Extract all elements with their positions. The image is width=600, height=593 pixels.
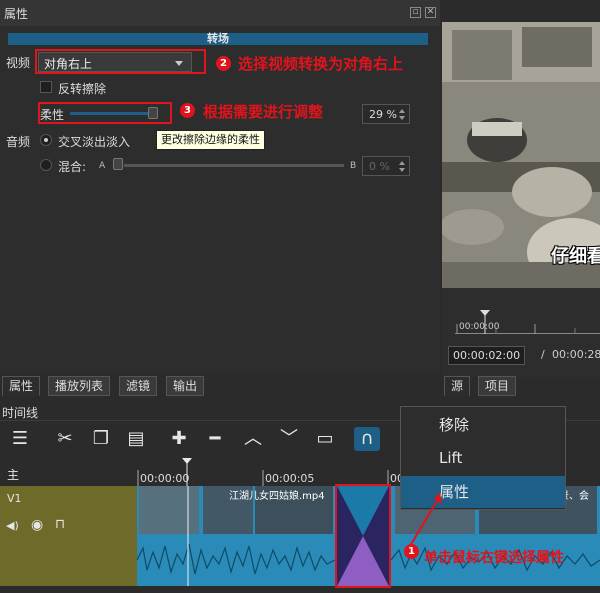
annotation-box-2 — [35, 49, 206, 74]
spin-down-icon[interactable] — [399, 116, 405, 120]
minus-icon[interactable]: ━ — [202, 427, 228, 451]
clipboard-icon[interactable]: ▤ — [123, 427, 149, 451]
mix-radio[interactable] — [40, 159, 52, 171]
duration-timecode: 00:00:28 — [552, 348, 600, 361]
invert-wipe-label: 反转擦除 — [58, 82, 107, 96]
eye-icon[interactable]: ◉ — [31, 517, 43, 533]
panel-titlebar: 属性 ▫ ✕ — [0, 0, 440, 26]
position-timecode[interactable]: 00:00:02:00 — [448, 346, 526, 365]
mix-value: 0 % — [369, 160, 390, 173]
chevron-down-icon[interactable]: ﹀ — [276, 427, 302, 451]
hamburger-icon[interactable]: ☰ — [7, 427, 33, 451]
audio-waveform — [137, 543, 335, 575]
video-subtitle: 仔细看 — [551, 246, 600, 267]
menu-item-lift[interactable]: Lift — [401, 442, 565, 474]
mix-a-label: A — [99, 161, 106, 171]
ruler-tick-label: 00:00:05 — [265, 472, 315, 485]
annotation-arrow-1 — [409, 492, 442, 547]
invert-wipe-checkbox[interactable] — [40, 81, 52, 93]
crossfade-label: 交叉淡出淡入 — [58, 135, 131, 149]
annotation-badge-1: 1 — [404, 544, 419, 559]
annotation-text-3: 根据需要进行调整 — [203, 103, 324, 121]
video-clip-1[interactable]: 江湖儿女四姑娘.mp4 — [137, 486, 335, 586]
menu-item-remove[interactable]: 移除 — [401, 409, 565, 441]
crossfade-radio[interactable] — [40, 134, 52, 146]
magnet-icon[interactable]: ∩ — [354, 427, 380, 451]
ruler-tick-label: 00:00:00 — [140, 472, 190, 485]
timecode-separator: / — [541, 348, 545, 361]
tab-project[interactable]: 项目 — [478, 376, 517, 396]
clip-name: 江湖儿女四姑娘.mp4 — [229, 491, 325, 502]
speaker-icon[interactable]: ◀) — [6, 519, 19, 532]
spin-up-icon[interactable] — [399, 161, 405, 165]
tab-export[interactable]: 输出 — [166, 376, 205, 396]
mix-label: 混合: — [58, 160, 87, 174]
playhead-line[interactable] — [187, 486, 189, 586]
player-ruler-start: 00:00:00 — [459, 322, 500, 332]
video-label: 视频 — [6, 56, 31, 70]
transition-section-header: 转场 — [8, 33, 428, 45]
copy-icon[interactable]: ❐ — [88, 427, 114, 451]
annotation-badge-3: 3 — [180, 103, 195, 118]
mix-slider-track[interactable] — [124, 164, 344, 167]
spin-up-icon[interactable] — [399, 109, 405, 113]
tab-filters[interactable]: 滤镜 — [119, 376, 158, 396]
scissors-icon[interactable]: ✂ — [52, 427, 78, 451]
tab-source[interactable]: 源 — [444, 376, 471, 396]
annotation-text-1: 单击鼠标右键选择属性 — [424, 550, 564, 566]
mix-slider-handle[interactable] — [113, 158, 123, 170]
close-icon[interactable]: ✕ — [425, 7, 436, 18]
tab-properties[interactable]: 属性 — [2, 376, 41, 396]
annotation-text-2: 选择视频转换为对角右上 — [238, 55, 404, 73]
timeline-label: 时间线 — [2, 406, 39, 420]
mix-spinbox[interactable]: 0 % — [362, 156, 410, 176]
panel-title: 属性 — [4, 7, 29, 21]
player-ruler[interactable]: 00:00:00 — [455, 310, 600, 334]
annotation-box-3 — [38, 102, 172, 124]
tab-playlist[interactable]: 播放列表 — [48, 376, 111, 396]
chevron-up-icon[interactable]: ︿ — [240, 427, 266, 451]
master-track-label: 主 — [7, 468, 20, 482]
audio-label: 音频 — [6, 135, 31, 149]
v1-track-label: V1 — [7, 492, 22, 505]
softness-tooltip: 更改擦除边缘的柔性 — [156, 130, 265, 150]
softness-value: 29 % — [369, 108, 397, 121]
split-icon[interactable]: ▭ — [312, 427, 338, 451]
annotation-badge-2: 2 — [216, 56, 231, 71]
plus-icon[interactable]: ✚ — [166, 427, 192, 451]
softness-spinbox[interactable]: 29 % — [362, 104, 410, 124]
float-icon[interactable]: ▫ — [410, 7, 421, 18]
lock-icon[interactable]: ⊓ — [55, 517, 65, 532]
mix-b-label: B — [350, 161, 357, 171]
clip-thumbnail — [139, 486, 199, 534]
v1-track-header[interactable]: V1 ◀) ◉ ⊓ — [0, 486, 137, 586]
spin-down-icon[interactable] — [399, 168, 405, 172]
